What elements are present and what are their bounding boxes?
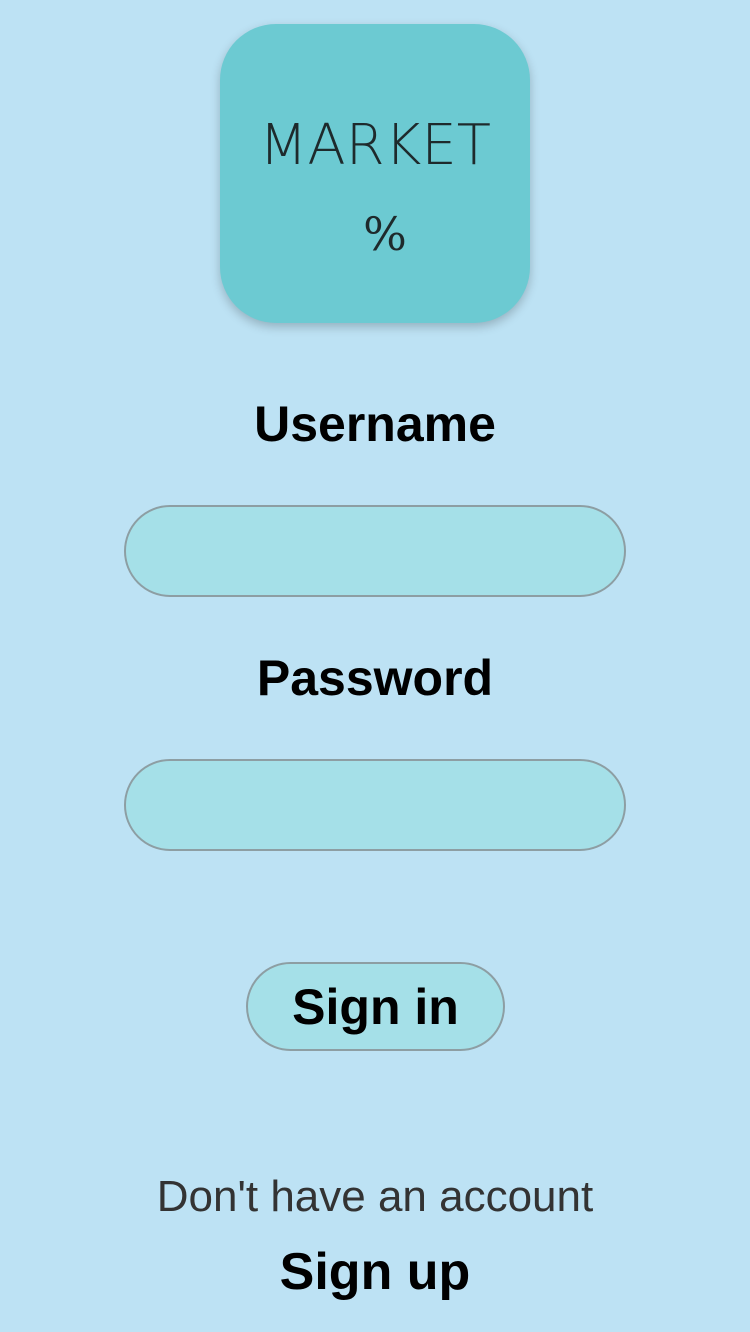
- username-input[interactable]: [124, 505, 626, 597]
- no-account-text: Don't have an account: [156, 1172, 594, 1221]
- logo-wordmark: MARKET: [259, 113, 491, 178]
- password-input[interactable]: [124, 759, 626, 851]
- percent-icon: %: [363, 207, 407, 261]
- sign-in-button[interactable]: Sign in: [246, 962, 505, 1051]
- password-label: Password: [256, 650, 494, 706]
- app-logo: MARKET %: [220, 24, 530, 323]
- sign-up-link[interactable]: Sign up: [0, 1240, 750, 1304]
- username-label: Username: [254, 396, 496, 452]
